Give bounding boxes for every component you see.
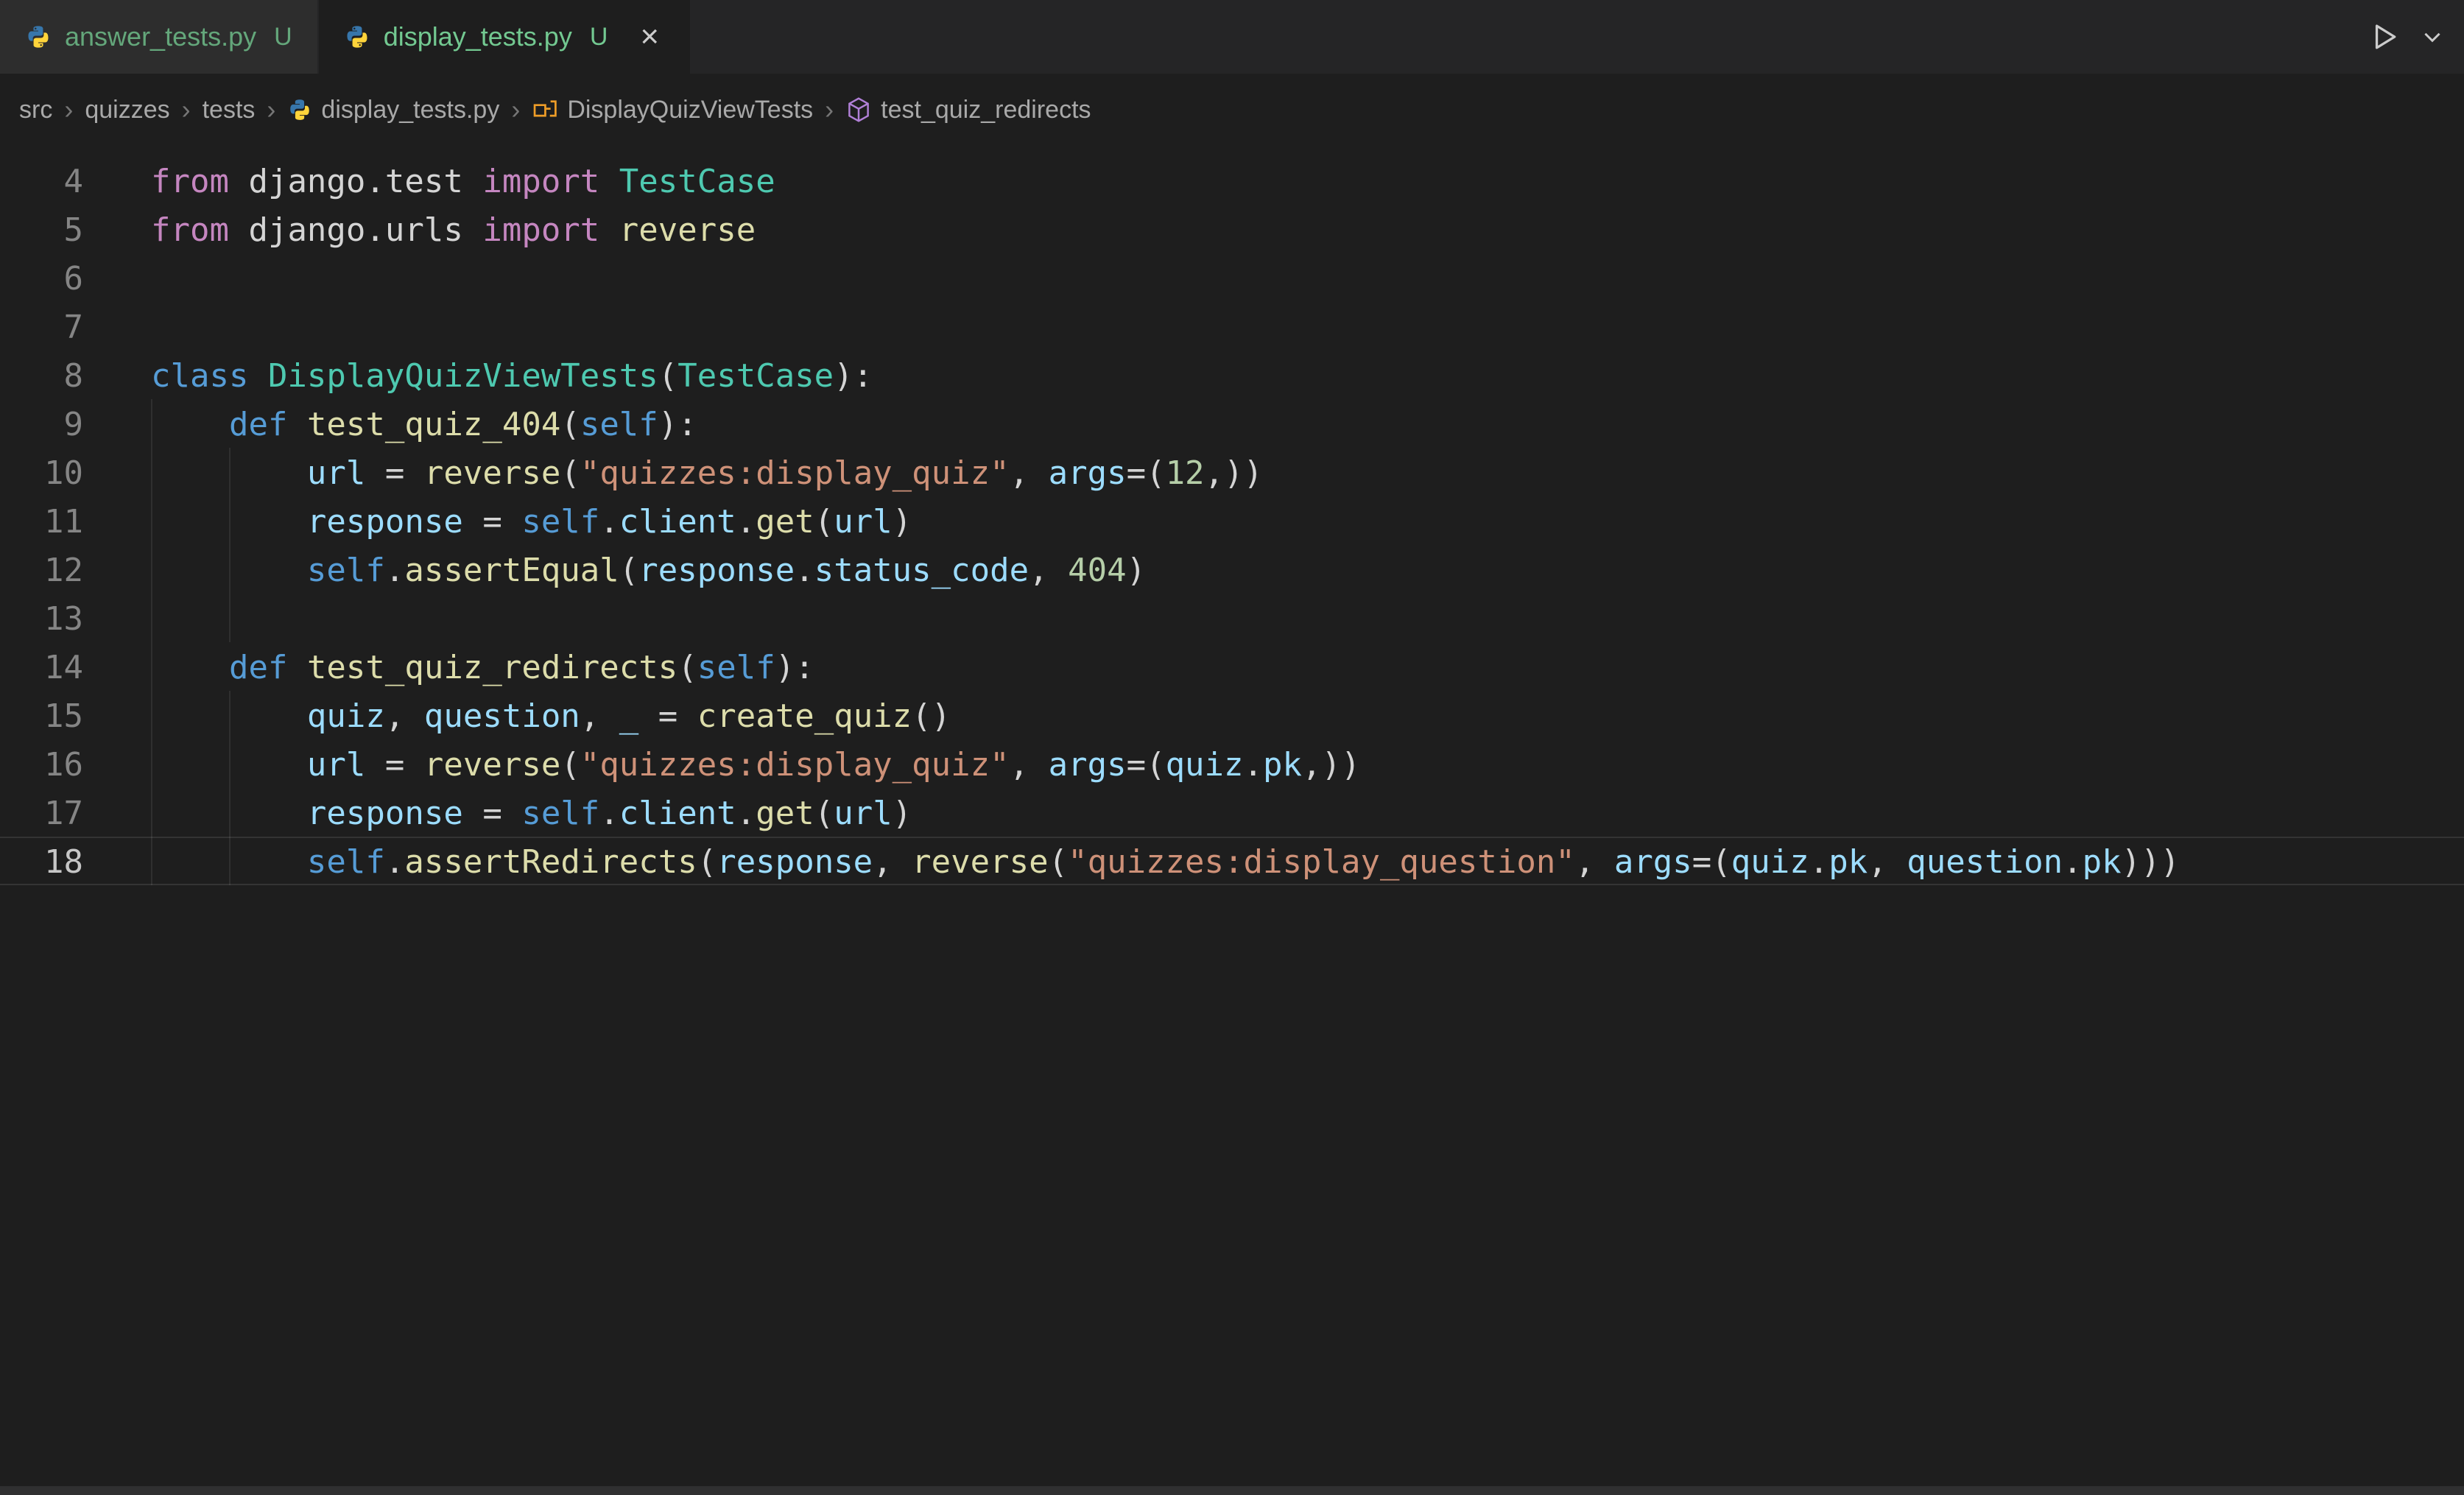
- line-number: 12: [0, 546, 83, 592]
- code-lines: 4 from django.test import TestCase 5 from d…: [0, 156, 2464, 885]
- bottom-edge-strip: [0, 1486, 2464, 1495]
- code-editor[interactable]: 3 4 from django.test import TestCase 5 from…: [0, 146, 2464, 1486]
- breadcrumb-label: display_tests.py: [321, 96, 499, 124]
- code-text: class DisplayQuizViewTests(TestCase):: [151, 352, 873, 398]
- line-number: 5: [0, 206, 83, 252]
- code-text: quiz, question, _ = create_quiz(): [151, 692, 951, 738]
- code-text: from django.urls import reverse: [151, 206, 756, 252]
- breadcrumb-separator: ›: [64, 94, 73, 125]
- line-number: 3: [0, 146, 83, 155]
- tab-label: answer_tests.py: [65, 21, 256, 52]
- code-text: def test_quiz_redirects(self):: [151, 644, 814, 689]
- git-status-badge: U: [274, 23, 292, 52]
- code-line[interactable]: 7: [0, 302, 2464, 351]
- line-number: 16: [0, 741, 83, 787]
- code-line[interactable]: 9 def test_quiz_404(self):: [0, 399, 2464, 448]
- code-text: self.assertEqual(response.status_code, 4…: [151, 546, 1146, 592]
- breadcrumb-separator: ›: [511, 94, 520, 125]
- code-line[interactable]: 5 from django.urls import reverse: [0, 205, 2464, 253]
- code-text: url = reverse("quizzes:display_quiz", ar…: [151, 741, 1361, 787]
- python-icon: [287, 97, 312, 122]
- breadcrumb-item-src[interactable]: src: [19, 96, 52, 124]
- code-text: def test_quiz_404(self):: [151, 401, 697, 446]
- code-line[interactable]: 4 from django.test import TestCase: [0, 156, 2464, 205]
- method-symbol-icon: [845, 96, 872, 123]
- line-number: 7: [0, 303, 83, 349]
- code-text: self.assertRedirects(response, reverse("…: [151, 838, 2180, 884]
- line-number: 4: [0, 158, 83, 203]
- code-text: response = self.client.get(url): [151, 498, 912, 544]
- editor-actions: [2368, 0, 2445, 74]
- breadcrumb-separator: ›: [182, 94, 191, 125]
- line-number: 8: [0, 352, 83, 398]
- code-line[interactable]: 6: [0, 253, 2464, 302]
- breadcrumb-label: quizzes: [85, 96, 169, 124]
- line-number: 11: [0, 498, 83, 544]
- breadcrumb-item-file[interactable]: display_tests.py: [287, 96, 499, 124]
- code-line[interactable]: 14 def test_quiz_redirects(self):: [0, 642, 2464, 691]
- breadcrumb: src › quizzes › tests › display_tests.py…: [0, 74, 2464, 146]
- line-number: 14: [0, 644, 83, 689]
- code-line[interactable]: 17 response = self.client.get(url): [0, 788, 2464, 837]
- code-line[interactable]: 10 url = reverse("quizzes:display_quiz",…: [0, 448, 2464, 496]
- close-icon[interactable]: ×: [634, 19, 665, 54]
- line-number: 13: [0, 595, 83, 641]
- code-line[interactable]: 18 self.assertRedirects(response, revers…: [0, 837, 2464, 885]
- tab-bar: answer_tests.py U display_tests.py U ×: [0, 0, 2464, 74]
- code-line[interactable]: 11 response = self.client.get(url): [0, 496, 2464, 545]
- breadcrumb-label: src: [19, 96, 52, 124]
- tab-display-tests[interactable]: display_tests.py U ×: [319, 0, 691, 74]
- breadcrumb-item-tests[interactable]: tests: [203, 96, 256, 124]
- breadcrumb-item-method[interactable]: test_quiz_redirects: [845, 96, 1091, 124]
- code-line[interactable]: 15 quiz, question, _ = create_quiz(): [0, 691, 2464, 739]
- tab-label: display_tests.py: [384, 21, 572, 52]
- partial-line: 3: [0, 146, 2464, 156]
- indent-guide: [229, 691, 230, 885]
- code-text: response = self.client.get(url): [151, 789, 912, 835]
- class-symbol-icon: [532, 96, 558, 123]
- python-icon: [344, 24, 370, 50]
- chevron-down-icon[interactable]: [2420, 24, 2445, 49]
- code-line[interactable]: 13: [0, 594, 2464, 642]
- git-status-badge: U: [590, 23, 608, 52]
- breadcrumb-label: test_quiz_redirects: [881, 96, 1091, 124]
- line-number: 6: [0, 255, 83, 300]
- indent-guide: [229, 448, 230, 642]
- code-line[interactable]: 16 url = reverse("quizzes:display_quiz",…: [0, 739, 2464, 788]
- indent-guide: [151, 399, 152, 885]
- line-number: 10: [0, 449, 83, 495]
- python-icon: [25, 24, 52, 50]
- code-line[interactable]: 8 class DisplayQuizViewTests(TestCase):: [0, 351, 2464, 399]
- tab-answer-tests[interactable]: answer_tests.py U: [0, 0, 319, 74]
- breadcrumb-label: DisplayQuizViewTests: [567, 96, 813, 124]
- breadcrumb-item-class[interactable]: DisplayQuizViewTests: [532, 96, 813, 124]
- line-number: 17: [0, 789, 83, 835]
- run-button[interactable]: [2368, 21, 2401, 53]
- line-number: 9: [0, 401, 83, 446]
- line-number: 18: [0, 838, 83, 884]
- breadcrumb-separator: ›: [825, 94, 834, 125]
- code-line[interactable]: 12 self.assertEqual(response.status_code…: [0, 545, 2464, 594]
- breadcrumb-label: tests: [203, 96, 256, 124]
- breadcrumb-separator: ›: [267, 94, 275, 125]
- code-text: from django.test import TestCase: [151, 158, 775, 203]
- breadcrumb-item-quizzes[interactable]: quizzes: [85, 96, 169, 124]
- line-number: 15: [0, 692, 83, 738]
- code-text: url = reverse("quizzes:display_quiz", ar…: [151, 449, 1263, 495]
